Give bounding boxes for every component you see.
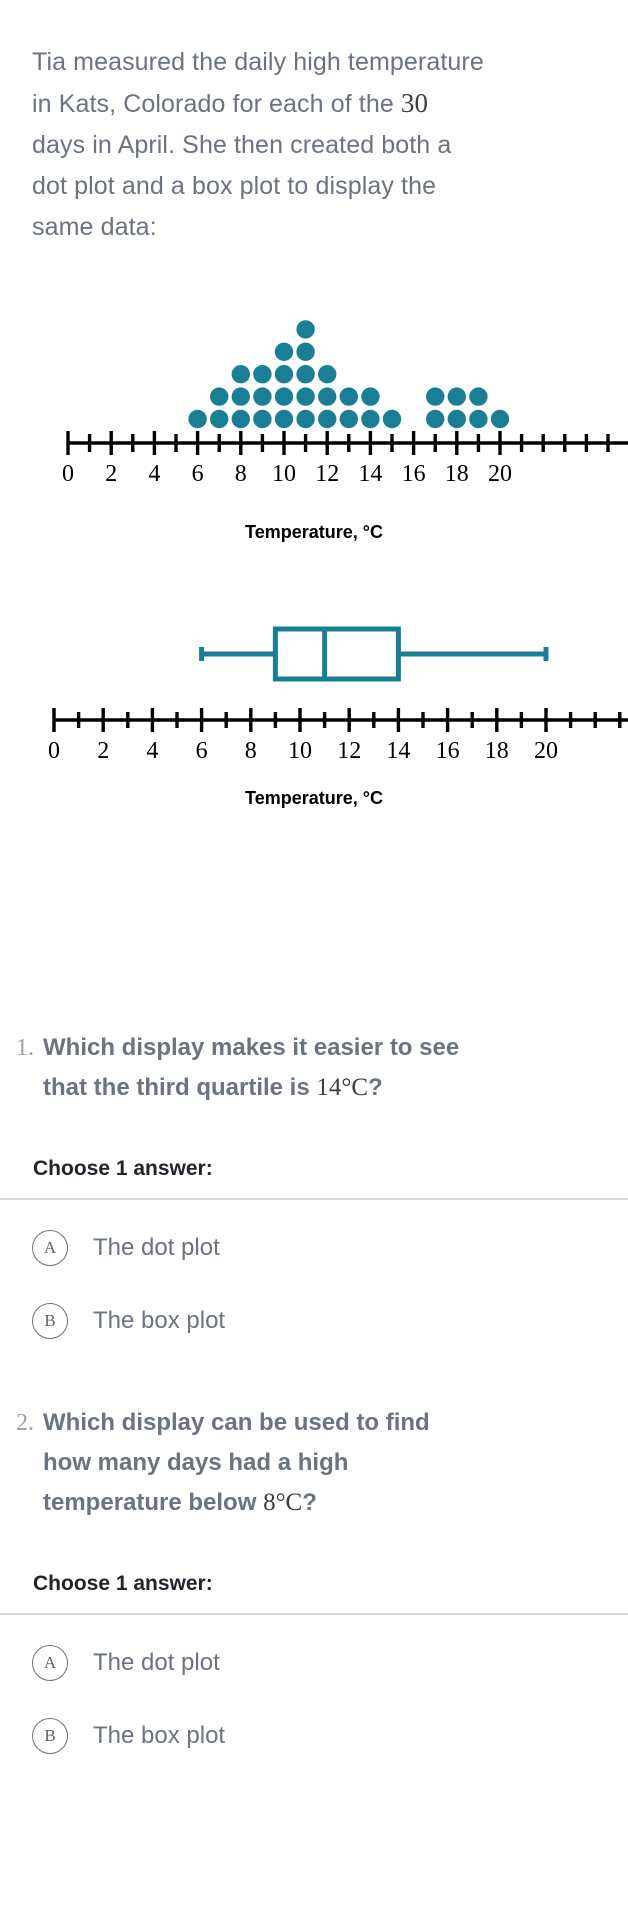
box-plot-tick-label: 2 <box>97 738 109 764</box>
dot-plot-dot <box>318 409 337 429</box>
dot-plot-tick-label: 8 <box>235 461 247 487</box>
dot-plot-dot <box>253 409 272 429</box>
choice-2-b-label: The box plot <box>93 1722 226 1749</box>
question-2: 2. Which display can be used to find how… <box>0 1403 628 1523</box>
question-1-line-2: that the third quartile is 14°C? <box>43 1074 383 1101</box>
dot-plot-dot <box>469 387 488 406</box>
question-2-line-3: temperature below 8°C? <box>43 1489 317 1516</box>
choice-2-b-letter: B <box>32 1718 68 1754</box>
dot-plot-dot <box>426 387 445 406</box>
choice-1-a-letter: A <box>32 1230 68 1266</box>
dot-plot-dot <box>339 409 358 429</box>
box-plot-axis-label: Temperature, °C <box>245 788 383 808</box>
dot-plot-dot <box>188 409 207 429</box>
choice-2-a-letter: A <box>32 1645 68 1681</box>
dot-plot-tick-label: 16 <box>402 461 426 487</box>
question-1-line-1: Which display makes it easier to see <box>43 1034 460 1061</box>
dot-plot-dot <box>296 365 315 384</box>
question-1: 1. Which display makes it easier to see … <box>0 1028 628 1108</box>
dot-plot-tick-label: 6 <box>192 461 204 487</box>
dot-plot-tick-label: 18 <box>445 461 469 487</box>
choice-1-b-letter: B <box>32 1303 68 1339</box>
dot-plot-dot <box>339 387 358 406</box>
question-2-value: 8°C <box>263 1489 303 1516</box>
dot-plot-dot <box>296 342 315 361</box>
question-2-number: 2. <box>16 1410 34 1436</box>
box-plot-tick-label: 18 <box>485 738 509 764</box>
choice-2-a[interactable]: A The dot plot <box>0 1633 628 1693</box>
dot-plot-axis-label: Temperature, °C <box>245 522 383 542</box>
box-plot-box <box>272 626 401 682</box>
prompt-line-5: same data: <box>32 213 157 241</box>
question-1-value: 14°C <box>316 1074 369 1101</box>
dot-plot-dot <box>447 409 466 429</box>
dot-plot-dot <box>296 320 315 339</box>
choice-1-a-label: The dot plot <box>93 1234 220 1261</box>
dot-plot-dot <box>318 387 337 406</box>
divider-2 <box>0 1613 628 1615</box>
dot-plot-tick-label: 2 <box>105 461 117 487</box>
dot-plot-tick-label: 0 <box>62 461 74 487</box>
question-1-number: 1. <box>16 1035 34 1061</box>
dot-plot-dot <box>253 365 272 384</box>
dot-plot-tick-label: 4 <box>148 461 160 487</box>
choose-label-2: Choose 1 answer: <box>33 1572 213 1595</box>
box-plot-tick-label: 20 <box>534 738 558 764</box>
prompt-line-3: days in April. She then created both a <box>32 131 452 159</box>
dot-plot-tick-label: 14 <box>358 461 382 487</box>
dot-plot-tick-label: 20 <box>488 461 512 487</box>
dot-plot-dot <box>361 387 380 406</box>
dot-plot-dot <box>490 409 510 429</box>
box-plot-svg: 0 2 4 6 8 10 12 14 16 18 20 <box>48 626 628 764</box>
prompt-line-2: in Kats, Colorado for each of the 30 <box>32 88 429 118</box>
problem-prompt: Tia measured the daily high temperature … <box>32 42 628 248</box>
choice-1-a[interactable]: A The dot plot <box>0 1218 628 1278</box>
dot-plot-dot <box>447 387 466 406</box>
box-plot-figure: 0 2 4 6 8 10 12 14 16 18 20 Temperature, °C <box>0 600 628 900</box>
dot-plot-dot <box>210 387 229 406</box>
box-plot-tick-label: 10 <box>288 738 312 764</box>
divider-1 <box>0 1198 628 1200</box>
choice-1-b[interactable]: B The box plot <box>0 1291 628 1351</box>
dot-plot-dot <box>210 409 229 429</box>
dot-plot-dot <box>274 409 294 429</box>
dot-plot-tick-label: 10 <box>272 461 296 487</box>
box-plot-tick-label: 14 <box>386 738 410 764</box>
dot-plot-dot <box>253 387 272 406</box>
dot-plot-dot <box>296 409 315 429</box>
box-plot-tick-label: 0 <box>48 738 60 764</box>
choice-1-b-label: The box plot <box>93 1307 226 1334</box>
dot-plot-dot <box>231 409 250 429</box>
question-1-text: Which display makes it easier to see tha… <box>43 1028 459 1108</box>
dot-plot-dot <box>296 387 315 406</box>
question-2-text: Which display can be used to find how ma… <box>43 1403 430 1523</box>
dot-plot-dot <box>231 365 250 384</box>
box-plot-tick-label: 12 <box>337 738 361 764</box>
box-plot-tick-label: 6 <box>196 738 208 764</box>
prompt-day-count: 30 <box>400 88 429 118</box>
dot-plot-dot <box>469 409 488 429</box>
dot-plot-figure: 0 2 4 6 8 10 12 14 16 18 20 Temperature, °C <box>0 262 628 562</box>
dot-plot-dot <box>274 387 294 406</box>
choice-2-b[interactable]: B The box plot <box>0 1706 628 1766</box>
box-plot-tick-label: 4 <box>146 738 158 764</box>
dot-plot-dot <box>274 342 294 361</box>
dot-plot-tick-label: 12 <box>315 461 339 487</box>
dot-plot-dot <box>274 365 294 384</box>
dot-plot-dot <box>318 365 337 384</box>
prompt-line-4: dot plot and a box plot to display the <box>32 172 437 200</box>
choice-2-a-label: The dot plot <box>93 1649 220 1676</box>
dot-plot-dot <box>361 409 380 429</box>
question-2-line-1: Which display can be used to find <box>43 1409 430 1436</box>
dot-plot-dot <box>231 387 250 406</box>
dot-plot-dot <box>382 409 402 429</box>
box-plot-tick-label: 16 <box>436 738 460 764</box>
prompt-line-1: Tia measured the daily high temperature <box>32 48 484 76</box>
dot-plot-dot <box>426 409 445 429</box>
dot-plot-svg: 0 2 4 6 8 10 12 14 16 18 20 <box>62 320 628 487</box>
box-plot-tick-label: 8 <box>245 738 257 764</box>
choose-label-1: Choose 1 answer: <box>33 1157 213 1180</box>
question-2-line-2: how many days had a high <box>43 1449 349 1476</box>
